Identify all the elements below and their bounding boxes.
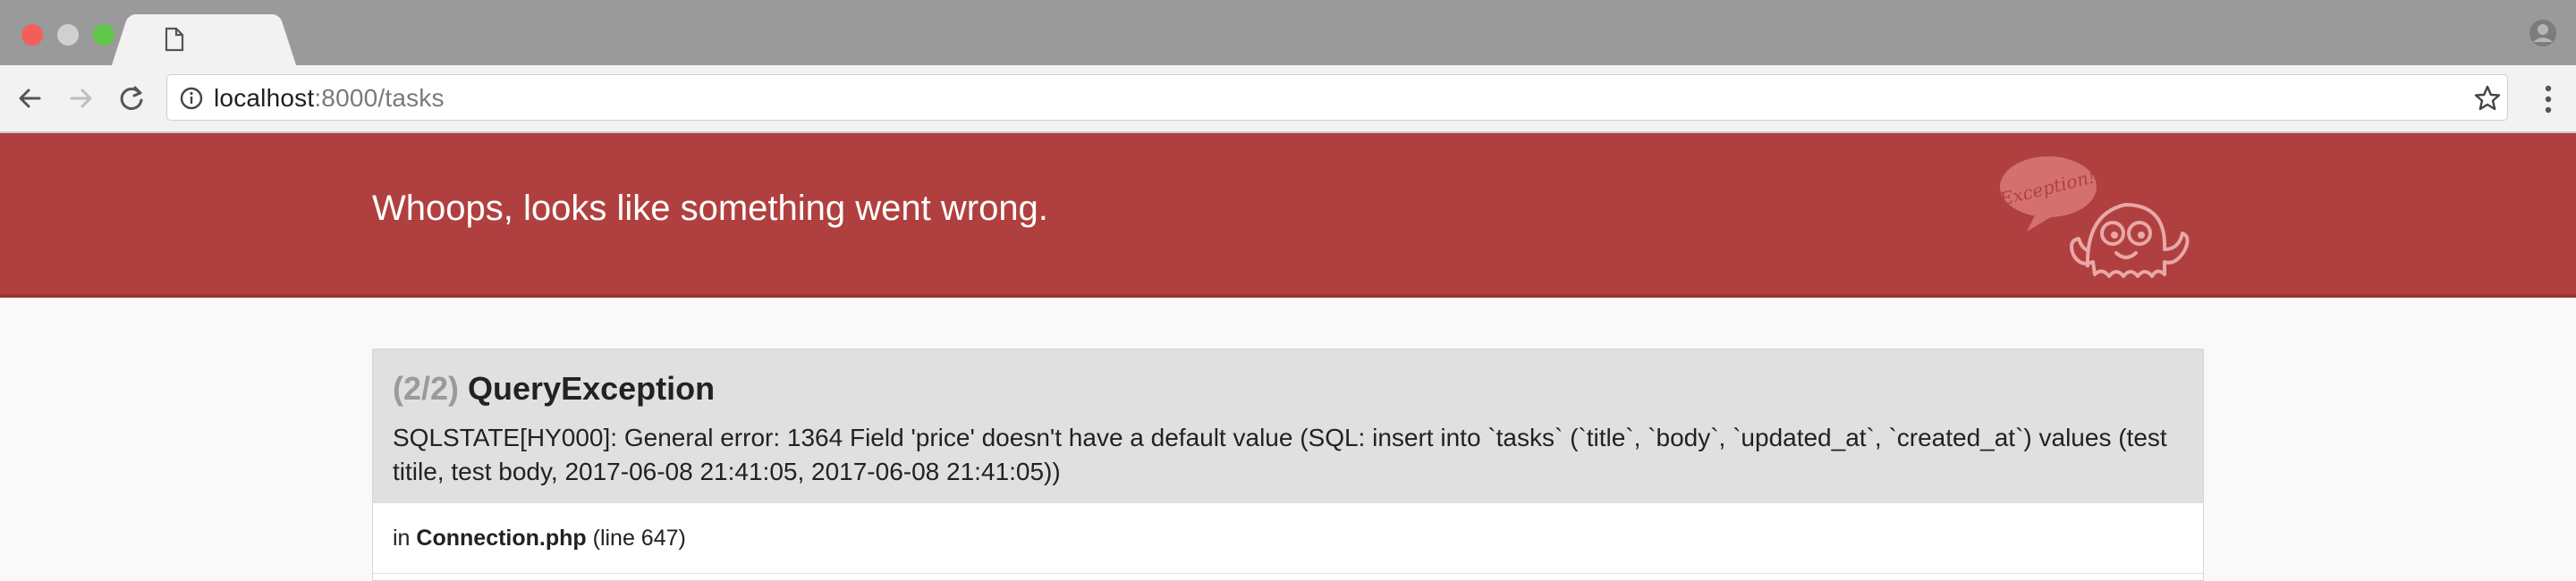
exception-message: SQLSTATE[HY000]: General error: 1364 Fie… [393, 424, 2167, 485]
exception-name: QueryException [468, 370, 716, 407]
exception-title: (2/2) QueryException [393, 369, 715, 408]
frame-file: Connection.php [416, 526, 587, 551]
forward-arrow-icon[interactable] [66, 83, 97, 114]
frame-line: (line 647) [592, 526, 686, 551]
ghost-mascot-icon: Exception! [1996, 151, 2215, 290]
error-banner: Whoops, looks like something went wrong.… [0, 133, 2576, 298]
star-icon[interactable] [2473, 84, 2502, 117]
frame-prefix: in [393, 526, 411, 551]
stack-frame-text: in Connection.php (line 647) [393, 525, 686, 552]
window-maximize-button[interactable] [93, 24, 114, 46]
menu-dots-icon[interactable] [2544, 84, 2553, 119]
address-bar[interactable]: localhost:8000/tasks [166, 74, 2508, 121]
profile-icon[interactable] [2528, 18, 2558, 53]
exception-card: (2/2) QueryException SQLSTATE[HY000]: Ge… [372, 349, 2204, 581]
window-close-button[interactable] [21, 24, 43, 46]
back-arrow-icon[interactable] [14, 83, 45, 114]
window-minimize-button[interactable] [57, 24, 79, 46]
stack-frame-row[interactable]: in Connection.php (line 647) [373, 505, 2203, 574]
browser-titlebar [0, 0, 2576, 66]
tab-active[interactable] [132, 14, 275, 66]
page-icon [165, 27, 184, 56]
browser-toolbar: localhost:8000/tasks [0, 65, 2576, 133]
url-text[interactable]: localhost:8000/tasks [214, 86, 445, 111]
exception-count: (2/2) [393, 370, 460, 407]
reload-icon[interactable] [116, 83, 147, 114]
exception-header: (2/2) QueryException SQLSTATE[HY000]: Ge… [373, 349, 2203, 503]
info-icon[interactable] [180, 87, 203, 114]
banner-title: Whoops, looks like something went wrong. [372, 189, 1048, 228]
